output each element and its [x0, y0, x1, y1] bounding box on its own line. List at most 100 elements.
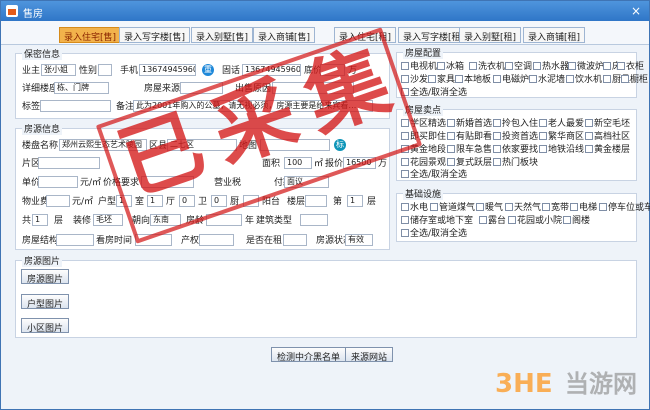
- config-checkbox[interactable]: 水泥墙: [529, 74, 565, 86]
- selling-point-checkbox[interactable]: 花园景观: [401, 157, 446, 169]
- ownership-select[interactable]: [199, 234, 234, 246]
- facility-checkbox[interactable]: 电梯: [570, 202, 597, 214]
- tab-residential-rent[interactable]: 录入住宅[租]: [334, 27, 397, 43]
- facility-checkbox[interactable]: 停车位或车库: [599, 202, 650, 214]
- note-input[interactable]: 此为2001年购入的公墓，请无视必须，房源主要是给来宾看…: [133, 100, 373, 112]
- selling-point-checkbox[interactable]: 复式跃层: [447, 157, 492, 169]
- area-select[interactable]: [38, 157, 100, 169]
- agent-blacklist-button[interactable]: 检测中介黑名单: [271, 347, 347, 363]
- tab-villa-sale[interactable]: 录入别墅[售]: [191, 27, 254, 43]
- mobile-input[interactable]: 13674945960: [139, 64, 196, 76]
- facility-checkbox[interactable]: 天然气: [505, 202, 541, 214]
- community-photo-button[interactable]: 小区图片: [21, 318, 70, 334]
- facility-checkbox[interactable]: 花园或小院: [508, 215, 562, 227]
- facility-checkbox[interactable]: 储存室或地下室: [401, 215, 473, 227]
- unit-price-input[interactable]: [38, 176, 78, 188]
- config-checkbox[interactable]: 冰箱: [437, 61, 464, 73]
- tab-residential-sale[interactable]: 录入住宅[售]: [59, 27, 122, 43]
- property-fee-label: 物业费: [22, 197, 50, 207]
- map-marker-icon[interactable]: 标: [334, 139, 346, 151]
- selling-point-checkbox[interactable]: 新空毛坯: [585, 118, 630, 130]
- facility-checkbox[interactable]: 宽带: [542, 202, 569, 214]
- config-select-all[interactable]: 全选/取消全选: [401, 87, 467, 99]
- facility-select-all[interactable]: 全选/取消全选: [401, 228, 467, 240]
- config-checkbox[interactable]: 饮水机: [566, 74, 602, 86]
- room-input[interactable]: 1: [116, 195, 132, 207]
- price-requirement-input[interactable]: [141, 176, 194, 188]
- facing-select[interactable]: 东南: [150, 214, 181, 226]
- house-age-input[interactable]: [206, 214, 242, 226]
- hall-input[interactable]: 1: [147, 195, 163, 207]
- duplicate-check-icon[interactable]: 重: [202, 64, 214, 76]
- tab-shop-rent[interactable]: 录入商铺[租]: [523, 27, 586, 43]
- size-input[interactable]: 100: [284, 157, 312, 169]
- bath-input[interactable]: 0: [179, 195, 195, 207]
- selling-point-checkbox[interactable]: 热门板块: [493, 157, 538, 169]
- selling-point-checkbox[interactable]: 投资首选: [493, 131, 538, 143]
- quote-input[interactable]: 16500: [343, 157, 376, 169]
- floor-number-input[interactable]: 1: [347, 195, 363, 207]
- kitchen-input[interactable]: 0: [211, 195, 227, 207]
- config-checkbox[interactable]: 家具: [428, 74, 455, 86]
- config-checkbox[interactable]: 电视机: [401, 61, 437, 73]
- building-type-select[interactable]: [300, 214, 328, 226]
- map-input[interactable]: [260, 139, 330, 151]
- config-checkbox[interactable]: 微波炉: [568, 61, 604, 73]
- rented-select[interactable]: [283, 234, 307, 246]
- selling-reason-input[interactable]: [272, 82, 354, 94]
- config-checkbox[interactable]: 衣柜: [617, 61, 644, 73]
- property-fee-input[interactable]: [46, 195, 70, 207]
- base-price-input[interactable]: [320, 64, 345, 76]
- tab-shop-sale[interactable]: 录入商铺[售]: [253, 27, 316, 43]
- selling-point-checkbox[interactable]: 拎包入住: [493, 118, 538, 130]
- selling-point-checkbox[interactable]: 限车急售: [447, 144, 492, 156]
- tag-input[interactable]: [40, 100, 111, 112]
- selling-point-checkbox[interactable]: 学区精选: [401, 118, 446, 130]
- facility-checkbox[interactable]: 阁楼: [563, 215, 590, 227]
- viewing-time-select[interactable]: [135, 234, 172, 246]
- source-site-button[interactable]: 来源网站: [345, 347, 394, 363]
- house-photo-button[interactable]: 房源图片: [21, 269, 70, 285]
- facility-checkbox[interactable]: 管道煤气: [430, 202, 475, 214]
- payment-method-select[interactable]: 面议: [284, 176, 329, 188]
- selling-point-checkbox[interactable]: 高档社区: [585, 131, 630, 143]
- selling-point-select-all[interactable]: 全选/取消全选: [401, 169, 467, 181]
- config-checkbox[interactable]: 本地板: [455, 74, 491, 86]
- selling-point-checkbox[interactable]: 繁华商区: [539, 131, 584, 143]
- config-checkbox[interactable]: 洗衣机: [469, 61, 505, 73]
- config-checkbox[interactable]: 热水器: [533, 61, 569, 73]
- selling-point-checkbox[interactable]: 依家要找: [493, 144, 538, 156]
- floor-type-select[interactable]: [305, 195, 327, 207]
- house-info-title: 房源信息: [22, 122, 63, 135]
- gender-select[interactable]: [98, 64, 112, 76]
- selling-point-checkbox[interactable]: 即买即住: [401, 131, 446, 143]
- facility-checkbox[interactable]: 水电: [401, 202, 428, 214]
- tab-villa-rent[interactable]: 录入别墅[租]: [459, 27, 522, 43]
- decoration-select[interactable]: 毛坯: [93, 214, 123, 226]
- floorplan-photo-button[interactable]: 户型图片: [21, 294, 70, 310]
- selling-point-checkbox[interactable]: 有贴即看: [447, 131, 492, 143]
- structure-select[interactable]: [56, 234, 94, 246]
- config-checkbox[interactable]: 电磁炉: [493, 74, 529, 86]
- house-source-select[interactable]: [180, 82, 223, 94]
- config-checkbox[interactable]: 沙发: [401, 74, 428, 86]
- estate-input[interactable]: 郑州云熙生态艺术陵园: [59, 139, 147, 151]
- balcony-input[interactable]: [243, 195, 259, 207]
- address-input[interactable]: 栋、门牌: [54, 82, 109, 94]
- facility-checkbox[interactable]: 露台: [479, 215, 506, 227]
- close-icon[interactable]: ×: [631, 4, 641, 18]
- listing-status-select[interactable]: 有效: [345, 234, 373, 246]
- owner-name-input[interactable]: 张小姐: [41, 64, 76, 76]
- config-checkbox[interactable]: 橱柜: [621, 74, 648, 86]
- selling-point-checkbox[interactable]: 地铁沿线: [539, 144, 584, 156]
- selling-point-checkbox[interactable]: 黄金楼层: [585, 144, 630, 156]
- selling-point-checkbox[interactable]: 老人最爱: [539, 118, 584, 130]
- config-checkbox[interactable]: 空调: [505, 61, 532, 73]
- tab-office-sale[interactable]: 录入写字楼[售]: [119, 27, 191, 43]
- total-floor-input[interactable]: 1: [32, 214, 48, 226]
- facility-checkbox[interactable]: 暖气: [476, 202, 503, 214]
- district-select[interactable]: 二七区: [167, 139, 237, 151]
- selling-point-checkbox[interactable]: 黄金地段: [401, 144, 446, 156]
- selling-point-checkbox[interactable]: 新婚首选: [447, 118, 492, 130]
- landline-input[interactable]: 13674945960: [242, 64, 301, 76]
